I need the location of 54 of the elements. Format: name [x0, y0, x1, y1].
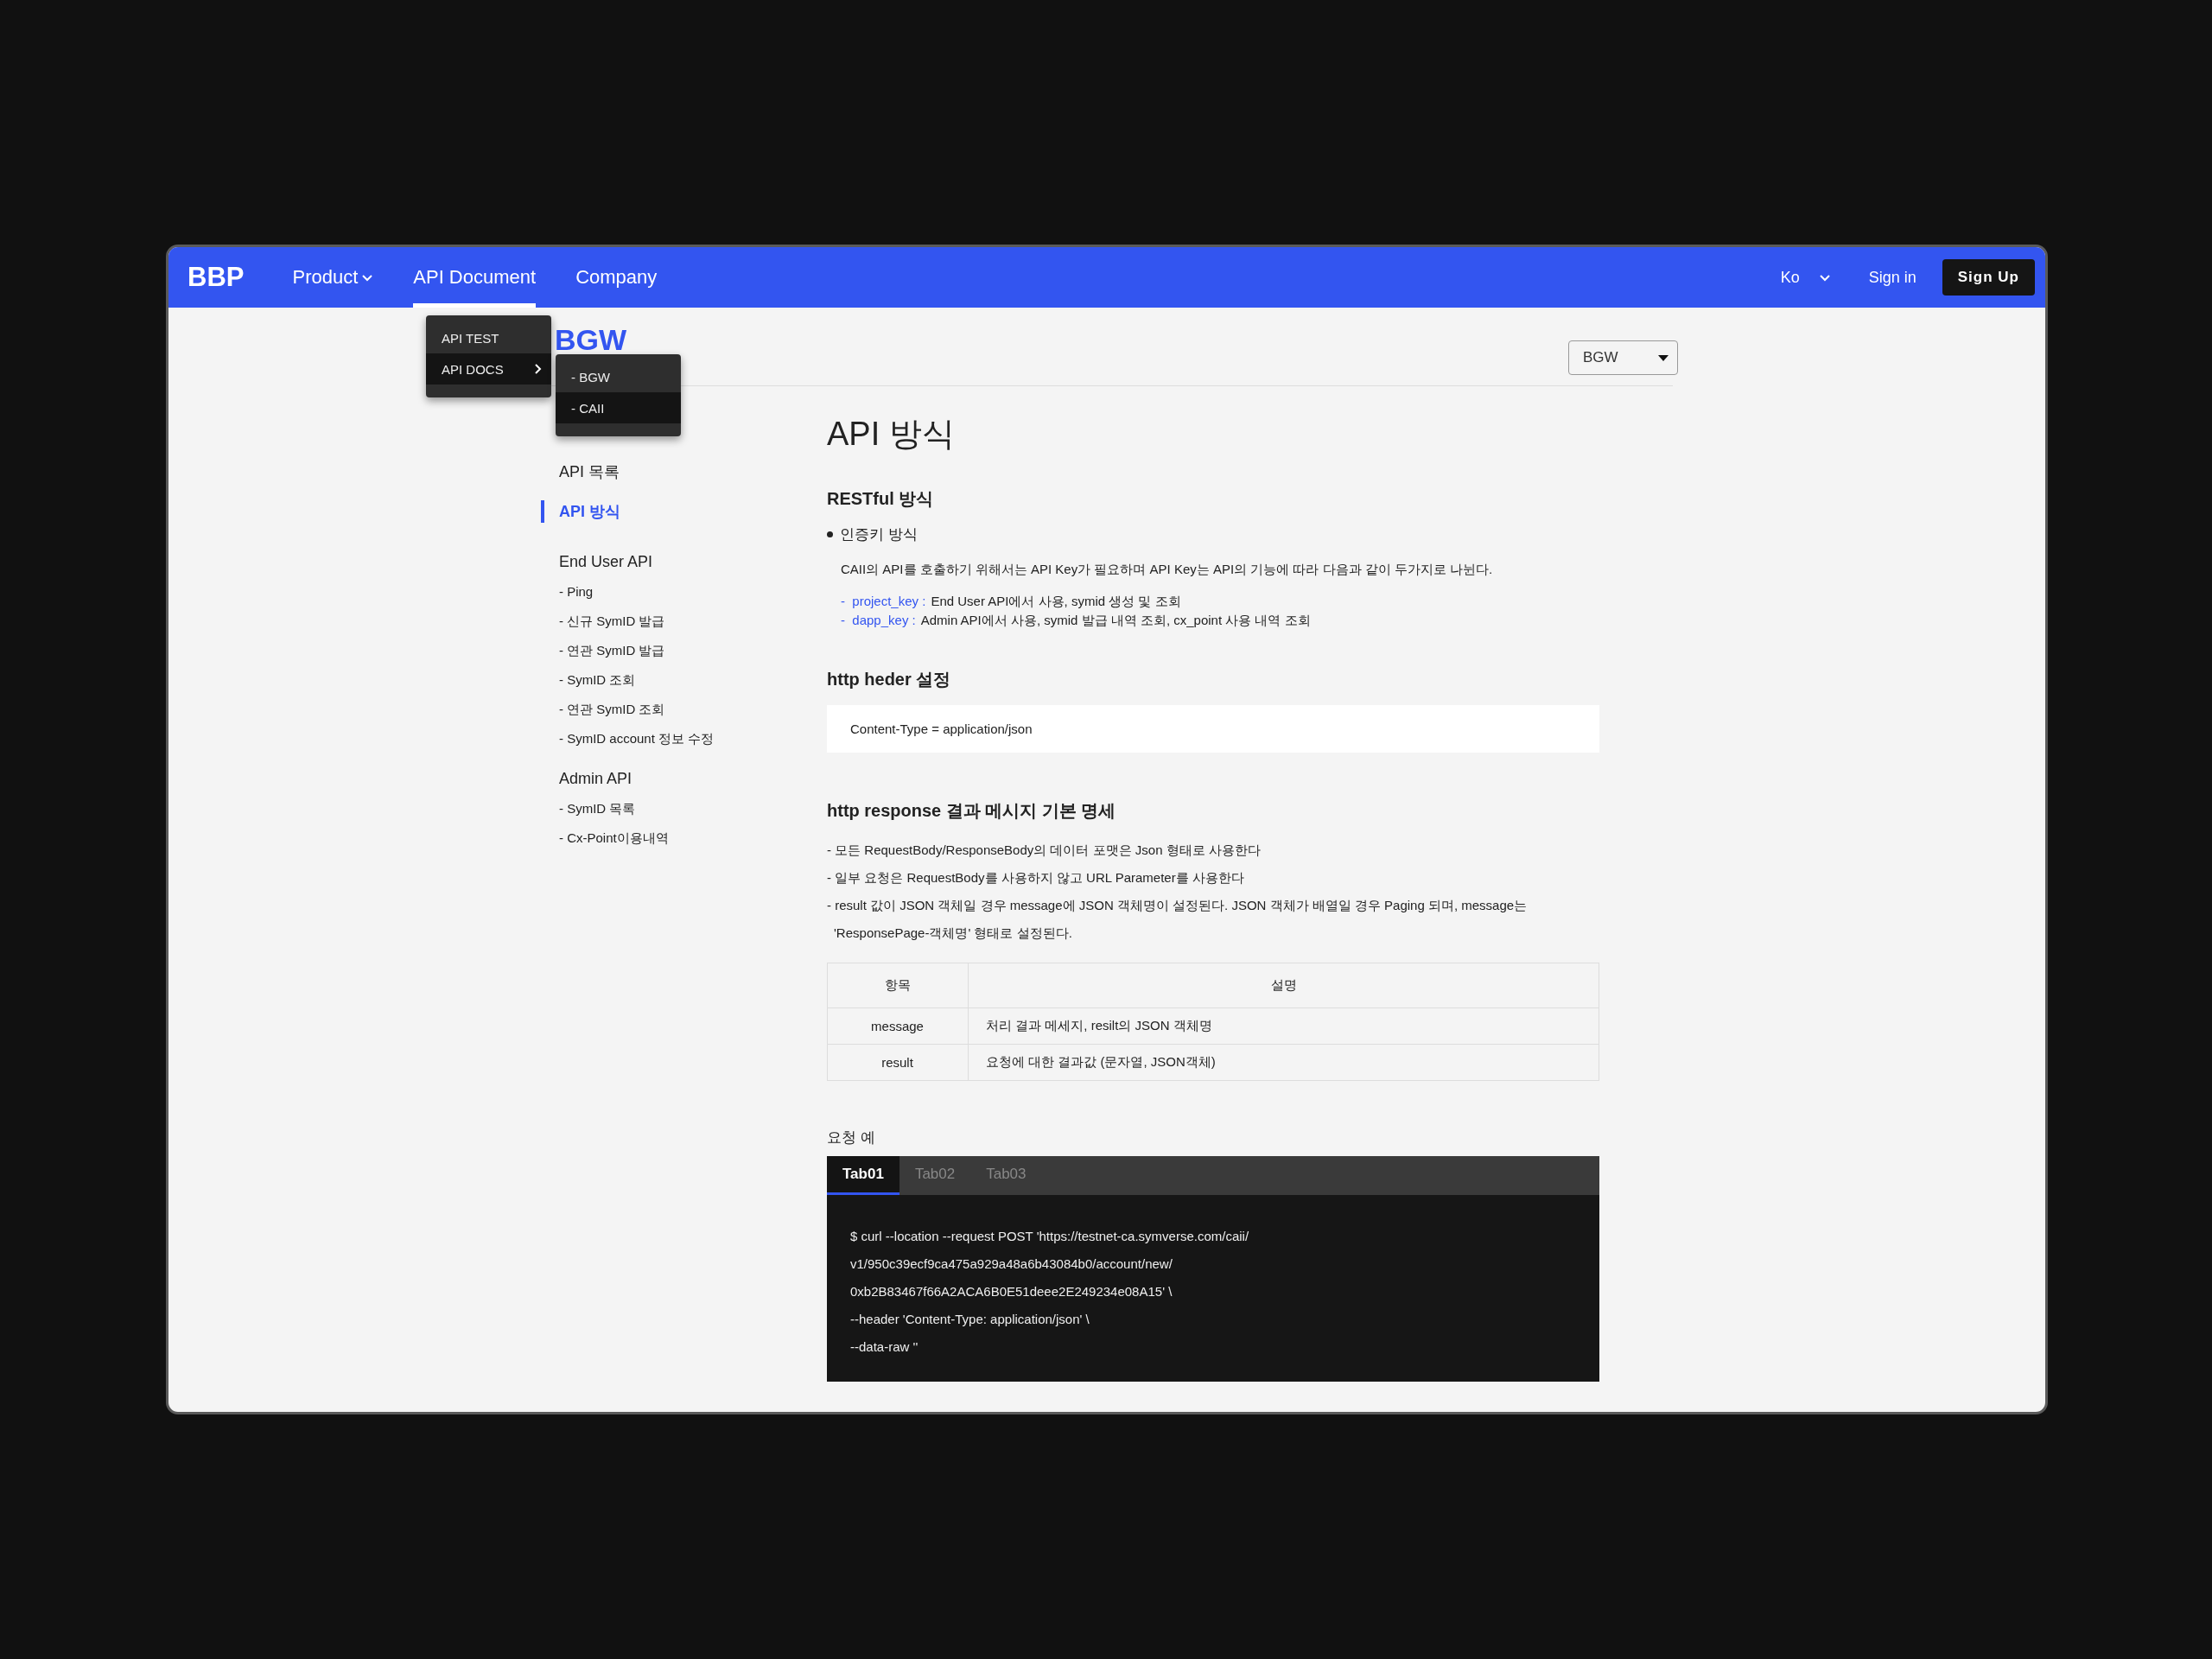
sign-up-button[interactable]: Sign Up: [1942, 259, 2035, 296]
note-text: - 모든 RequestBody/ResponseBody의 데이터 포맷은 Json 형태로 사용한다: [827, 842, 1262, 859]
sidebar-item[interactable]: Admin API: [541, 767, 632, 790]
sidebar-item[interactable]: - Cx-Point이용내역: [541, 827, 669, 849]
sidebar-item[interactable]: API 방식: [541, 500, 620, 523]
code-line: --data-raw '': [850, 1338, 919, 1356]
code-line: $ curl --location --request POST 'https://testnet-ca.symverse.com/caii/: [850, 1228, 1250, 1245]
sidebar-item[interactable]: - 연관 SymID 발급: [541, 639, 665, 662]
bullet-text: 인증키 방식: [840, 525, 918, 544]
sidebar-item[interactable]: - SymID 목록: [541, 798, 636, 820]
code-line: --header 'Content-Type: application/json' \: [850, 1311, 1090, 1328]
menu-item[interactable]: - CAII: [556, 392, 681, 423]
article-title: API 방식: [827, 415, 956, 454]
sidebar-item[interactable]: - SymID account 정보 수정: [541, 728, 715, 750]
sidebar-item[interactable]: - SymID 조회: [541, 669, 636, 691]
product-select[interactable]: BGW: [1568, 340, 1678, 375]
key-name: - dapp_key :: [841, 612, 916, 629]
nav-link[interactable]: API Document: [413, 247, 537, 308]
sidebar-item[interactable]: API 목록: [541, 461, 620, 483]
page-title: BGW: [555, 323, 627, 357]
note-text: - result 값이 JSON 객체일 경우 message에 JSON 객체명이 설정된다. JSON 객체가 배열일 경우 Paging 되며, message는 'ResponsePage-객체명' 형태로 설정된다.: [827, 897, 1529, 942]
tab[interactable]: Tab01: [827, 1156, 899, 1195]
paragraph: CAII의 API를 호출하기 위해서는 API Key가 필요하며 API Key는 API의 기능에 따라 다음과 같이 두가지로 나뉜다.: [841, 562, 1494, 578]
table-cell: 요청에 대한 결과값 (문자열, JSON객체): [968, 1044, 1599, 1081]
code-line: v1/950c39ecf9ca475a929a48a6b43084b0/account/new/: [850, 1255, 1173, 1273]
menu-item[interactable]: API TEST: [426, 322, 551, 353]
section-heading: RESTful 방식: [827, 488, 935, 510]
section-heading: 요청 예: [827, 1128, 876, 1147]
caret-icon: [1658, 354, 1669, 361]
table-cell: message: [827, 1007, 969, 1045]
nav-link[interactable]: Product: [292, 247, 374, 308]
sidebar-item[interactable]: - 연관 SymID 조회: [541, 698, 665, 721]
table-cell: 처리 결과 메세지, resilt의 JSON 객체명: [968, 1007, 1599, 1045]
key-name: - project_key :: [841, 593, 926, 610]
section-heading: http heder 설정: [827, 669, 952, 690]
menu-item[interactable]: - BGW: [556, 361, 681, 392]
sidebar-item[interactable]: - Ping: [541, 581, 594, 603]
bullet-icon: [827, 531, 833, 537]
key-description: End User API에서 사용, symid 생성 및 조회: [931, 593, 1181, 610]
language-select[interactable]: Ko: [1780, 268, 1831, 287]
code-block: Content-Type = application/json: [827, 705, 1599, 753]
section-heading: http response 결과 메시지 기본 명세: [827, 800, 1117, 822]
key-description: Admin API에서 사용, symid 발급 내역 조회, cx_point 사용 내역 조회: [920, 612, 1311, 629]
menu-item[interactable]: API DOCS: [426, 353, 551, 385]
sidebar-item[interactable]: End User API: [541, 550, 653, 573]
column-header: 설명: [968, 963, 1599, 1008]
note-text: - 일부 요청은 RequestBody를 사용하지 않고 URL Parameter를 사용한다: [827, 869, 1245, 887]
sidebar-item[interactable]: - 신규 SymID 발급: [541, 610, 665, 632]
column-header: 항목: [827, 963, 969, 1008]
table-cell: result: [827, 1044, 969, 1081]
logo[interactable]: BBP: [188, 262, 245, 293]
code-line: 0xb2B83467f66A2ACA6B0E51deee2E249234e08A15' \: [850, 1283, 1173, 1300]
nav-link[interactable]: Company: [575, 247, 658, 308]
sign-in-link[interactable]: Sign in: [1868, 268, 1916, 287]
